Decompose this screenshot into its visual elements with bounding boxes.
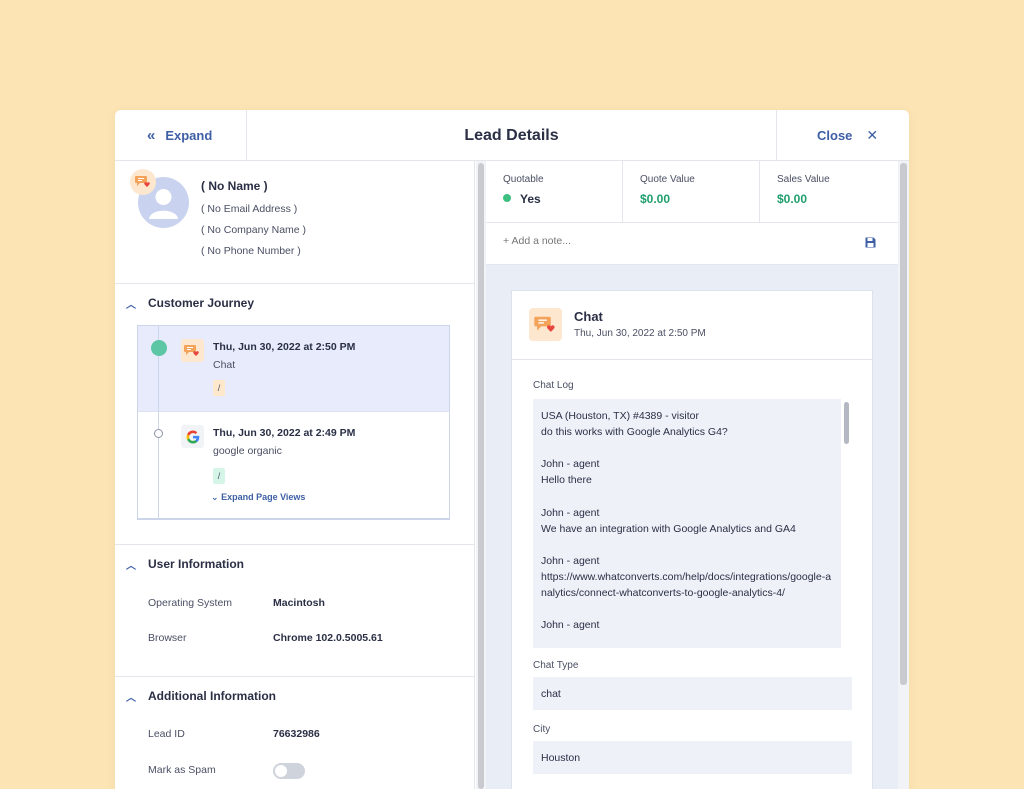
additional-information-title: Additional Information: [148, 689, 276, 703]
customer-journey-toggle[interactable]: ︿ Customer Journey: [115, 285, 475, 321]
contact-card: ( No Name ) ( No Email Address ) ( No Co…: [115, 161, 475, 284]
page-title: Lead Details: [464, 126, 559, 144]
journey-path-tag: /: [213, 468, 225, 484]
quote-value-amount: $0.00: [640, 192, 671, 206]
expand-page-views-link[interactable]: ⌄ Expand Page Views: [211, 492, 305, 503]
chat-log-text: USA (Houston, TX) #4389 - visitor do thi…: [541, 410, 832, 632]
journey-date: Thu, Jun 30, 2022 at 2:49 PM: [213, 427, 356, 439]
mark-as-spam-toggle[interactable]: [273, 763, 305, 779]
right-column: Quotable Yes Quote Value $0.00 Sales Val…: [486, 161, 898, 789]
contact-company: ( No Company Name ): [201, 224, 307, 236]
chat-log-scrollbar[interactable]: [841, 399, 852, 648]
close-label: Close: [817, 128, 853, 143]
double-chevron-left-icon: «: [147, 127, 156, 144]
quote-value-label: Quote Value: [640, 174, 695, 185]
expand-label: Expand: [165, 128, 213, 143]
close-icon: ✕: [866, 127, 879, 143]
journey-item[interactable]: Thu, Jun 30, 2022 at 2:49 PM google orga…: [138, 412, 449, 519]
chevron-up-icon: ︿: [126, 692, 136, 704]
journey-source: Chat: [213, 359, 236, 371]
chat-icon: [130, 169, 156, 195]
chevron-up-icon: ︿: [126, 560, 136, 572]
stats-row: Quotable Yes Quote Value $0.00 Sales Val…: [486, 161, 898, 223]
chevron-up-icon: ︿: [126, 299, 136, 311]
city-label: City: [533, 724, 551, 735]
chat-card-header: Chat Thu, Jun 30, 2022 at 2:50 PM: [512, 291, 872, 360]
contact-phone: ( No Phone Number ): [201, 245, 301, 257]
contact-name: ( No Name ): [201, 179, 268, 193]
contact-email: ( No Email Address ): [201, 203, 298, 215]
city-value: Houston: [533, 741, 852, 774]
chat-log-box[interactable]: USA (Houston, TX) #4389 - visitor do thi…: [533, 399, 852, 648]
lead-id-label: Lead ID: [148, 728, 185, 740]
close-button[interactable]: Close ✕: [776, 110, 909, 161]
lead-id-value: 76632986: [273, 728, 320, 740]
sales-value-label: Sales Value: [777, 174, 830, 185]
right-scrollbar-thumb[interactable]: [900, 163, 907, 685]
quotable-label: Quotable: [503, 174, 544, 185]
os-label: Operating System: [148, 597, 233, 609]
lead-details-panel: « Expand Lead Details Close ✕ (No Name …: [115, 110, 909, 789]
timeline-dot: [154, 429, 163, 438]
activity-area: Chat Thu, Jun 30, 2022 at 2:50 PM Chat L…: [486, 265, 898, 789]
chat-card-date: Thu, Jun 30, 2022 at 2:50 PM: [574, 328, 706, 339]
journey-path-tag: /: [213, 380, 225, 396]
browser-label: Browser: [148, 632, 187, 644]
journey-date: Thu, Jun 30, 2022 at 2:50 PM: [213, 341, 356, 353]
panel-header: « Expand Lead Details Close ✕: [115, 110, 909, 161]
journey-source: google organic: [213, 445, 282, 457]
section-divider: [115, 676, 475, 677]
chat-card-title: Chat: [574, 309, 603, 324]
note-row: [486, 223, 898, 265]
left-scrollbar-thumb[interactable]: [478, 163, 484, 789]
sales-value-stat: Sales Value $0.00: [760, 161, 898, 223]
sales-value-amount: $0.00: [777, 192, 808, 206]
left-scrollbar[interactable]: [476, 161, 486, 789]
quotable-value-text: Yes: [520, 192, 541, 206]
chat-type-label: Chat Type: [533, 660, 579, 671]
left-column: ( No Name ) ( No Email Address ) ( No Co…: [115, 161, 475, 789]
status-dot: [503, 194, 511, 202]
chat-icon: [181, 339, 204, 362]
quote-value-stat: Quote Value $0.00: [623, 161, 760, 223]
right-scrollbar[interactable]: [898, 161, 909, 789]
expand-button[interactable]: « Expand: [115, 110, 247, 161]
add-note-input[interactable]: [503, 235, 843, 247]
timeline-dot-active: [151, 340, 167, 356]
customer-journey-title: Customer Journey: [148, 296, 255, 310]
chevron-down-icon: ⌄: [211, 492, 219, 502]
expand-page-views-label: Expand Page Views: [221, 492, 306, 502]
save-icon[interactable]: [865, 237, 876, 248]
quotable-value: Yes: [503, 192, 541, 206]
toggle-knob: [275, 765, 287, 777]
customer-journey-timeline: Thu, Jun 30, 2022 at 2:50 PM Chat / Thu,…: [137, 325, 450, 520]
chat-log-scrollbar-thumb[interactable]: [844, 402, 849, 444]
chat-log-label: Chat Log: [533, 380, 574, 391]
google-icon: [181, 425, 204, 448]
os-value: Macintosh: [273, 597, 325, 609]
chat-card: Chat Thu, Jun 30, 2022 at 2:50 PM Chat L…: [511, 290, 873, 789]
chat-icon: [529, 308, 562, 341]
journey-item[interactable]: Thu, Jun 30, 2022 at 2:50 PM Chat /: [138, 326, 449, 412]
user-information-toggle[interactable]: ︿ User Information: [115, 546, 475, 582]
section-divider: [115, 544, 475, 545]
browser-value: Chrome 102.0.5005.61: [273, 632, 383, 644]
chat-type-value: chat: [533, 677, 852, 710]
quotable-stat: Quotable Yes: [486, 161, 623, 223]
user-information-title: User Information: [148, 557, 245, 571]
spam-label: Mark as Spam: [148, 764, 216, 776]
additional-information-toggle[interactable]: ︿ Additional Information: [115, 678, 475, 714]
